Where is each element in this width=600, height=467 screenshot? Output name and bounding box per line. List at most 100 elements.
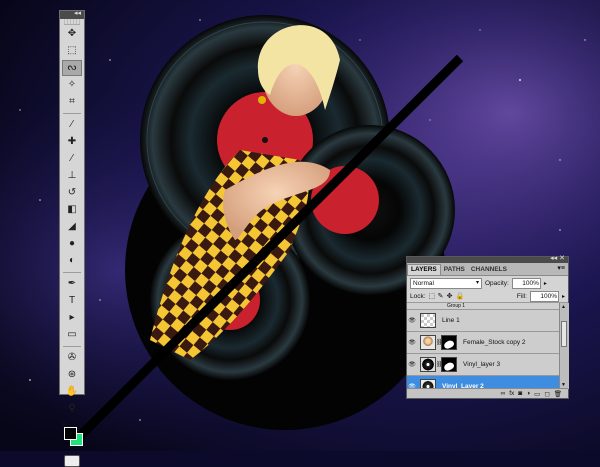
layer-row[interactable]: 👁 ⛓ Vinyl_layer 3: [407, 354, 559, 376]
3d-rotate-tool-button[interactable]: ✇: [62, 350, 82, 366]
path-selection-tool-button[interactable]: ▸: [62, 310, 82, 326]
healing-brush-tool-icon: ✚: [67, 136, 77, 147]
pen-tool-icon: ✒: [67, 278, 77, 289]
tab-layers[interactable]: LAYERS: [407, 264, 441, 275]
eyedropper-tool-button[interactable]: ⁄: [62, 117, 82, 133]
paint-bucket-tool-icon: ◢: [68, 221, 76, 232]
hand-tool-button[interactable]: ✋: [62, 384, 82, 400]
healing-brush-tool-button[interactable]: ✚: [62, 134, 82, 150]
dodge-tool-icon: ◐: [68, 255, 76, 266]
tools-panel-titlebar[interactable]: ◂◂: [60, 9, 84, 19]
fill-label: Fill:: [516, 292, 527, 300]
paint-bucket-tool-button[interactable]: ◢: [62, 219, 82, 235]
layer-thumbnail[interactable]: [420, 335, 436, 350]
opacity-slider-arrow-icon[interactable]: ▸: [544, 280, 547, 287]
eraser-tool-button[interactable]: ◧: [62, 202, 82, 218]
pen-tool-button[interactable]: ✒: [62, 276, 82, 292]
new-group-icon[interactable]: ▭: [534, 390, 540, 398]
layer-thumbnail[interactable]: [420, 313, 436, 328]
brush-tool-icon: ⁄: [71, 153, 73, 164]
lock-label: Lock:: [410, 292, 426, 300]
eraser-tool-icon: ◧: [67, 204, 77, 215]
layer-group-row[interactable]: Group 1: [407, 303, 559, 310]
group-name: Group 1: [447, 303, 466, 309]
shape-tool-icon: ▭: [67, 329, 77, 340]
layers-panel: ◂◂ ✕ LAYERSPATHSCHANNELS ▾≡ Normal Opaci…: [406, 255, 569, 399]
tool-separator: [63, 346, 81, 347]
marquee-tool-button[interactable]: ⬚: [62, 43, 82, 59]
foreground-color-swatch[interactable]: [64, 427, 77, 440]
magic-wand-tool-button[interactable]: ✧: [62, 77, 82, 93]
visibility-eye-icon[interactable]: 👁: [407, 361, 417, 368]
magic-wand-tool-icon: ✧: [67, 79, 77, 90]
tool-separator: [63, 113, 81, 114]
tab-paths[interactable]: PATHS: [441, 265, 468, 275]
move-tool-button[interactable]: ✥: [62, 26, 82, 42]
lock-position-icon[interactable]: ✥: [447, 292, 453, 300]
opacity-label: Opacity:: [485, 279, 509, 287]
dodge-tool-button[interactable]: ◐: [62, 253, 82, 269]
tab-channels[interactable]: CHANNELS: [468, 265, 510, 275]
layer-name[interactable]: Vinyl_layer 3: [463, 361, 500, 368]
layer-mask-thumbnail[interactable]: [441, 335, 457, 350]
fill-slider-arrow-icon[interactable]: ▸: [562, 293, 565, 300]
panel-tabs: LAYERS PATHS CHANNELS ▾≡: [407, 263, 568, 276]
crop-tool-button[interactable]: ⌗: [62, 94, 82, 110]
delete-layer-icon[interactable]: 🗑: [554, 390, 562, 398]
lock-image-icon[interactable]: ✎: [438, 292, 444, 300]
scrollbar-thumb[interactable]: [561, 321, 567, 347]
opacity-input[interactable]: 100%: [511, 277, 541, 289]
fill-input[interactable]: 100%: [529, 290, 559, 302]
3d-orbit-tool-button[interactable]: ⊛: [62, 367, 82, 383]
path-selection-tool-icon: ▸: [69, 312, 75, 323]
type-tool-icon: T: [68, 295, 76, 306]
brush-tool-button[interactable]: ⁄: [62, 151, 82, 167]
scroll-up-icon[interactable]: ▲: [561, 304, 566, 310]
color-swatches: ■: [60, 421, 84, 451]
blur-tool-icon: ●: [68, 238, 76, 249]
3d-rotate-tool-icon: ✇: [67, 352, 77, 363]
zoom-tool-icon: ⚲: [68, 403, 76, 414]
quick-mask-icon[interactable]: [64, 455, 80, 467]
crop-tool-icon: ⌗: [69, 96, 75, 107]
lock-transparent-icon[interactable]: ⬚: [429, 292, 436, 300]
clone-stamp-tool-button[interactable]: ⊥: [62, 168, 82, 184]
type-tool-button[interactable]: T: [62, 293, 82, 309]
panel-menu-icon[interactable]: ▾≡: [557, 264, 565, 272]
tools-panel: ◂◂ ✥ ⬚ ᔓ ✧ ⌗ ⁄ ✚ ⁄ ⊥ ↺ ◧ ◢ ● ◐ ✒ T ▸ ▭ ✇ ⊛ ✋ ⚲ ■: [59, 9, 85, 467]
shape-tool-button[interactable]: ▭: [62, 327, 82, 343]
link-layers-icon[interactable]: ∞: [501, 390, 506, 397]
visibility-eye-icon[interactable]: 👁: [407, 317, 417, 324]
layers-footer: ∞ fx ◙ ◑ ▭ ◻ 🗑: [407, 388, 568, 398]
add-mask-icon[interactable]: ◙: [518, 390, 522, 397]
layer-name[interactable]: Female_Stock copy 2: [463, 339, 526, 346]
layer-mask-thumbnail[interactable]: [441, 357, 457, 372]
eyedropper-tool-icon: ⁄: [71, 119, 73, 130]
3d-orbit-tool-icon: ⊛: [67, 369, 77, 380]
history-brush-tool-icon: ↺: [67, 187, 77, 198]
fx-icon[interactable]: fx: [509, 390, 514, 397]
lasso-tool-icon: ᔓ: [67, 62, 77, 73]
history-brush-tool-button[interactable]: ↺: [62, 185, 82, 201]
new-layer-icon[interactable]: ◻: [544, 390, 549, 398]
clone-stamp-tool-icon: ⊥: [67, 170, 77, 181]
marquee-tool-icon: ⬚: [67, 45, 77, 56]
visibility-eye-icon[interactable]: 👁: [407, 339, 417, 346]
tool-separator: [63, 272, 81, 273]
panel-grip[interactable]: [64, 19, 80, 25]
zoom-tool-button[interactable]: ⚲: [62, 401, 82, 417]
layer-name[interactable]: Line 1: [442, 317, 460, 324]
move-tool-icon: ✥: [67, 28, 77, 39]
adjustment-layer-icon[interactable]: ◑: [526, 390, 530, 397]
blend-mode-select[interactable]: Normal: [410, 277, 482, 289]
hand-tool-icon: ✋: [65, 386, 79, 397]
layer-row[interactable]: 👁 Line 1: [407, 310, 559, 332]
lock-all-icon[interactable]: 🔒: [456, 292, 465, 300]
layer-list: Group 1 👁 Line 1 👁 ⛓ Female_Stock copy 2 👁 ⛓ Vi…: [407, 303, 559, 389]
layer-row[interactable]: 👁 ⛓ Female_Stock copy 2: [407, 332, 559, 354]
collapse-icon[interactable]: ◂◂: [74, 9, 81, 19]
layer-list-scrollbar[interactable]: ▲ ▼: [559, 303, 569, 389]
blur-tool-button[interactable]: ●: [62, 236, 82, 252]
lasso-tool-button[interactable]: ᔓ: [62, 60, 82, 76]
layer-thumbnail[interactable]: [420, 357, 436, 372]
